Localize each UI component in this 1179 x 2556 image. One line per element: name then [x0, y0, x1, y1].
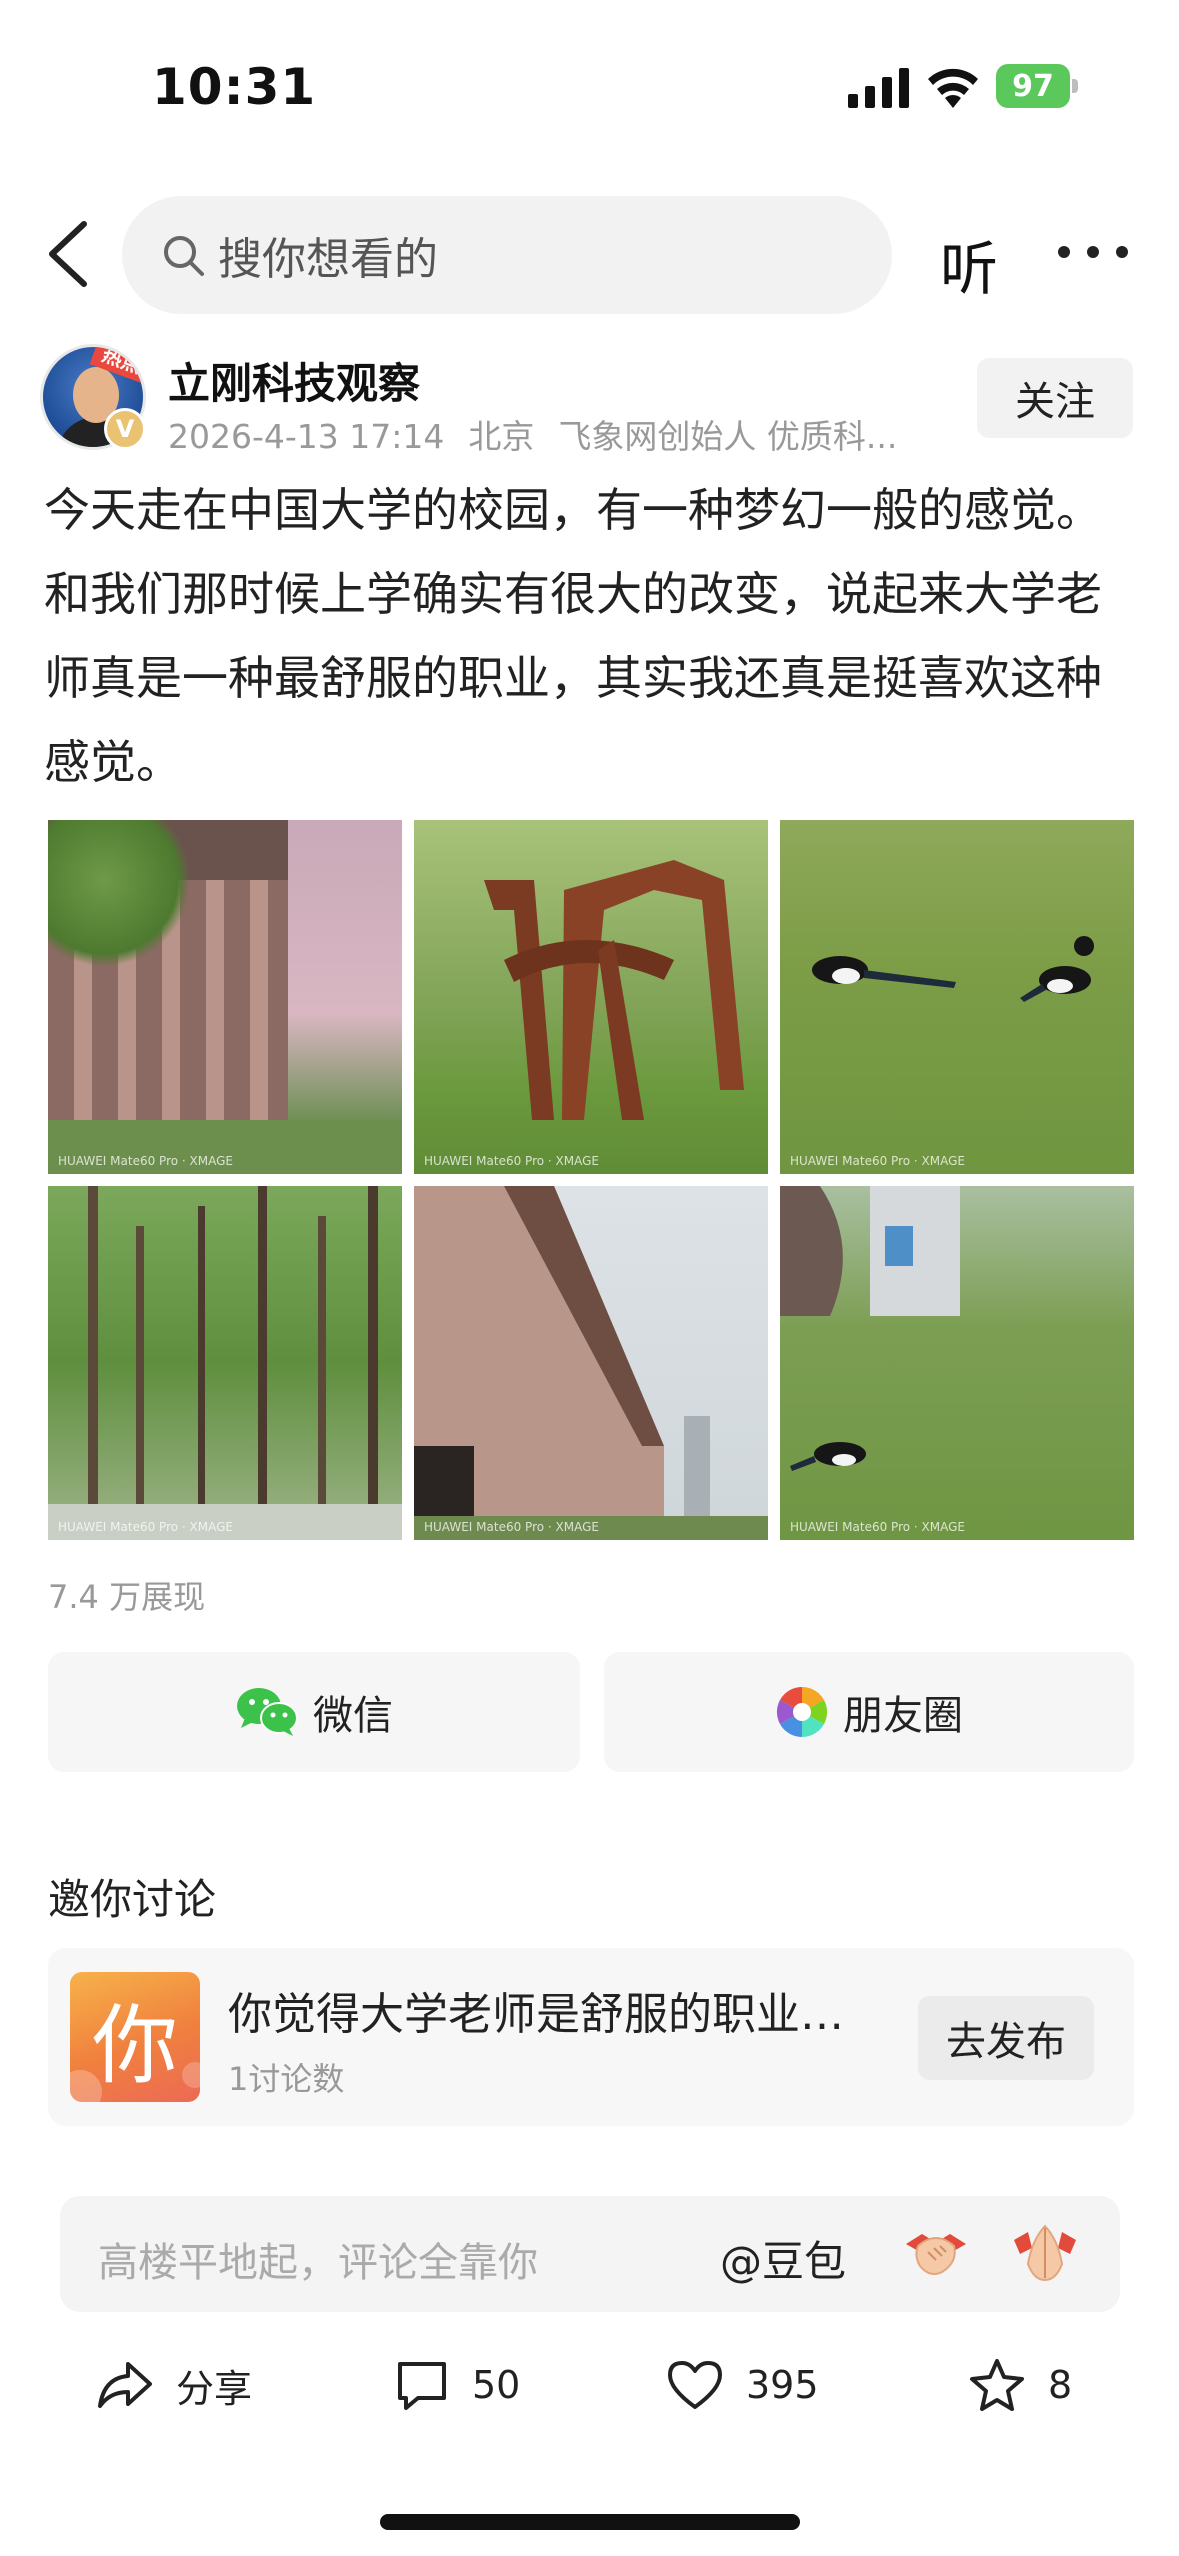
home-indicator[interactable] — [380, 2514, 800, 2530]
comment-input[interactable]: 高楼平地起，评论全靠你 @豆包 — [60, 2196, 1120, 2312]
discussion-section-title: 邀你讨论 — [48, 1875, 217, 1924]
discussion-count: 1讨论数 — [228, 2060, 345, 2098]
comment-action[interactable]: 50 — [394, 2350, 520, 2420]
discussion-icon-char: 你 — [92, 1995, 178, 2096]
handshake-emoji-icon[interactable] — [902, 2222, 970, 2286]
battery-level: 97 — [996, 64, 1070, 108]
photo-magpies[interactable]: HUAWEI Mate60 Pro · XMAGE — [780, 820, 1134, 1174]
post-body-text: 今天走在中国大学的校园，有一种梦幻一般的感觉。和我们那时候上学确实有很大的改变，… — [44, 483, 1102, 789]
praying-hands-emoji-icon[interactable] — [1010, 2220, 1080, 2286]
discussion-title[interactable]: 你觉得大学老师是舒服的职业吗？ — [228, 1978, 848, 2042]
listen-button[interactable]: 听 — [940, 222, 998, 306]
wechat-icon — [237, 1688, 298, 1736]
image-grid: HUAWEI Mate60 Pro · XMAGE HUAWEI Mate60 … — [48, 820, 1134, 1540]
share-action-label: 分享 — [176, 2366, 253, 2411]
cellular-signal-icon — [848, 68, 909, 108]
verified-badge-icon: V — [104, 408, 146, 450]
post-timestamp: 2026-4-13 17:14 — [168, 417, 445, 456]
more-options-icon[interactable] — [1058, 246, 1128, 260]
battery-indicator: 97 — [996, 64, 1078, 108]
search-icon — [164, 236, 204, 276]
moments-aperture-icon — [776, 1686, 828, 1738]
share-arrow-icon — [98, 2362, 152, 2408]
favorite-count: 8 — [1048, 2363, 1073, 2407]
comment-count: 50 — [472, 2363, 521, 2407]
photo-building-columns[interactable]: HUAWEI Mate60 Pro · XMAGE — [48, 820, 402, 1174]
comment-placeholder: 高楼平地起，评论全靠你 — [98, 2240, 538, 2286]
share-moments-button[interactable]: 朋友圈 — [604, 1652, 1134, 1772]
photo-magpie-lawn[interactable]: HUAWEI Mate60 Pro · XMAGE — [780, 1186, 1134, 1540]
photo-building-facade[interactable]: HUAWEI Mate60 Pro · XMAGE — [414, 1186, 768, 1540]
search-placeholder: 搜你想看的 — [218, 234, 438, 285]
share-moments-label: 朋友圈 — [843, 1693, 963, 1739]
heart-icon — [668, 2361, 722, 2409]
discussion-card[interactable]: 你 你觉得大学老师是舒服的职业吗？ 1讨论数 去发布 — [48, 1948, 1134, 2126]
discussion-topic-icon: 你 — [70, 1972, 200, 2102]
author-description: 飞象网创始人 优质科... — [558, 417, 898, 456]
comment-bubble-icon — [398, 2362, 446, 2410]
battery-cap — [1072, 79, 1078, 93]
status-time: 10:31 — [152, 58, 317, 116]
share-wechat-label: 微信 — [313, 1693, 393, 1739]
back-arrow-icon[interactable] — [40, 218, 96, 290]
mention-doubao-button[interactable]: @豆包 — [720, 2228, 846, 2289]
photo-sculpture[interactable]: HUAWEI Mate60 Pro · XMAGE — [414, 820, 768, 1174]
wifi-icon — [928, 68, 978, 108]
author-name[interactable]: 立刚科技观察 — [168, 350, 420, 411]
share-action[interactable]: 分享 — [96, 2350, 252, 2420]
star-icon — [970, 2359, 1024, 2411]
favorite-action[interactable]: 8 — [968, 2350, 1072, 2420]
author-meta: 2026-4-13 17:14 北京 飞象网创始人 优质科... — [168, 410, 948, 458]
post-location: 北京 — [468, 417, 535, 456]
publish-button[interactable]: 去发布 — [918, 1996, 1094, 2080]
follow-button[interactable]: 关注 — [977, 358, 1133, 438]
like-action[interactable]: 395 — [666, 2350, 819, 2420]
search-input[interactable]: 搜你想看的 — [122, 196, 892, 314]
view-count: 7.4 万展现 — [48, 1578, 206, 1616]
photo-trees[interactable]: HUAWEI Mate60 Pro · XMAGE — [48, 1186, 402, 1540]
share-wechat-button[interactable]: 微信 — [48, 1652, 580, 1772]
like-count: 395 — [746, 2363, 819, 2407]
